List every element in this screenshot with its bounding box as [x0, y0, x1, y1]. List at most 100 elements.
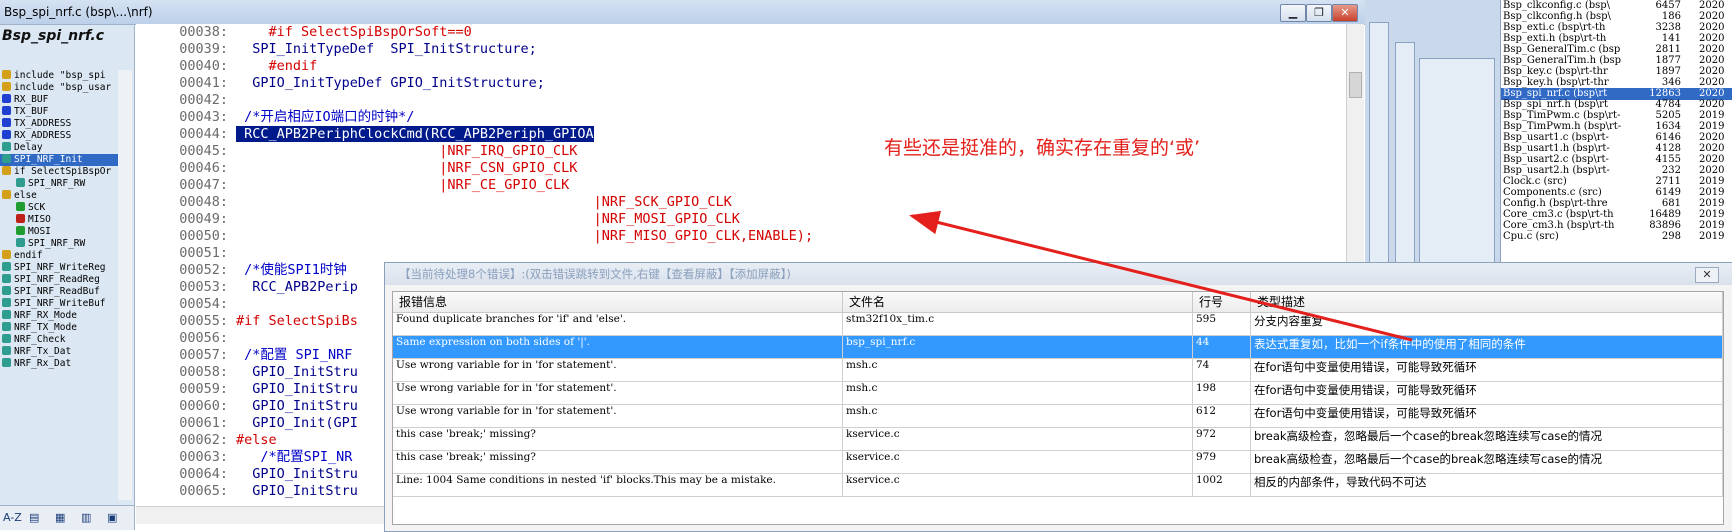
- code-line[interactable]: 00049: |NRF_MOSI_GPIO_CLK: [136, 211, 1346, 228]
- symbol-item[interactable]: SPI_NRF_RW: [0, 238, 118, 250]
- symbol-item[interactable]: else: [0, 190, 118, 202]
- symbol-item[interactable]: if SelectSpiBspOr: [0, 166, 118, 178]
- symbol-item[interactable]: RX_BUF: [0, 94, 118, 106]
- code-text: |NRF_CSN_GPIO_CLK: [236, 160, 578, 176]
- symbol-item[interactable]: SPI_NRF_ReadBuf: [0, 286, 118, 298]
- code-line[interactable]: 00042:: [136, 92, 1346, 109]
- symbol-item[interactable]: endif: [0, 250, 118, 262]
- code-text: #endif: [236, 58, 318, 74]
- symbol-panel-toolbar: A-Z ▤ ▦ ▥ ▣: [0, 505, 134, 530]
- symbol-item[interactable]: MOSI: [0, 226, 118, 238]
- symbol-label: SPI_NRF_WriteBuf: [14, 298, 106, 309]
- code-text: SPI_InitTypeDef SPI_InitStructure;: [236, 41, 537, 57]
- file-list-item[interactable]: Cpu.c (src) 298 2019: [1501, 231, 1732, 243]
- panel-tool-button[interactable]: ▤: [29, 511, 39, 524]
- error-row[interactable]: this case 'break;' missing? kservice.c 979…: [393, 451, 1723, 474]
- symbol-item[interactable]: SPI_NRF_WriteReg: [0, 262, 118, 274]
- symbol-item[interactable]: SCK: [0, 202, 118, 214]
- symbol-label: else: [14, 190, 37, 201]
- symbol-item[interactable]: NRF_Tx_Dat: [0, 346, 118, 358]
- code-line[interactable]: 00038: #if SelectSpiBspOrSoft==0: [136, 24, 1346, 41]
- minimize-button[interactable]: ▁: [1280, 4, 1306, 22]
- error-row[interactable]: this case 'break;' missing? kservice.c 972…: [393, 428, 1723, 451]
- code-text: GPIO_InitStru: [236, 381, 358, 397]
- column-header[interactable]: 报错信息: [393, 292, 843, 313]
- symbol-label: SPI_NRF_ReadBuf: [14, 286, 100, 297]
- code-line[interactable]: 00043: /*开启相应IO端口的时钟*/: [136, 109, 1346, 126]
- code-text: GPIO_InitTypeDef GPIO_InitStructure;: [236, 75, 545, 91]
- symbol-item[interactable]: Delay: [0, 142, 118, 154]
- code-line[interactable]: 00039: SPI_InitTypeDef SPI_InitStructure…: [136, 41, 1346, 58]
- symbol-item[interactable]: include "bsp_spi: [0, 70, 118, 82]
- dialog-close-button[interactable]: ✕: [1695, 267, 1719, 283]
- line-number: 00039:: [179, 41, 228, 57]
- symbol-item[interactable]: include "bsp_usar: [0, 82, 118, 94]
- column-header[interactable]: 行号: [1193, 292, 1251, 313]
- line-number: 00053:: [179, 279, 228, 295]
- panel-tool-button[interactable]: ▣: [107, 511, 117, 524]
- macro-icon: [16, 202, 25, 211]
- symbol-item[interactable]: SPI_NRF_Init: [0, 154, 118, 166]
- panel-tool-button[interactable]: ▥: [81, 511, 91, 524]
- annotation-text: 有些还是挺准的，确实存在重复的‘或’: [884, 137, 1201, 159]
- symbol-label: endif: [14, 250, 43, 261]
- function-icon: [2, 274, 11, 283]
- code-line[interactable]: 00040: #endif: [136, 58, 1346, 75]
- code-text: |NRF_CE_GPIO_CLK: [236, 177, 570, 193]
- window-title: Bsp_spi_nrf.c (bsp\...\nrf): [4, 5, 153, 19]
- code-line[interactable]: 00050: |NRF_MISO_GPIO_CLK,ENABLE);: [136, 228, 1346, 245]
- symbol-item[interactable]: SPI_NRF_RW: [0, 178, 118, 190]
- symbol-item[interactable]: SPI_NRF_WriteBuf: [0, 298, 118, 310]
- symbol-item[interactable]: MISO: [0, 214, 118, 226]
- code-line[interactable]: 00051:: [136, 245, 1346, 262]
- symbol-item[interactable]: TX_BUF: [0, 106, 118, 118]
- symbol-label: NRF_Check: [14, 334, 66, 345]
- error-row[interactable]: Line: 1004 Same conditions in nested 'if…: [393, 474, 1723, 497]
- maximize-button[interactable]: ❐: [1306, 4, 1332, 22]
- line-number: 00040:: [179, 58, 228, 74]
- symbol-list-scrollbar[interactable]: [118, 70, 132, 500]
- error-row[interactable]: Use wrong variable for in 'for statement…: [393, 382, 1723, 405]
- symbol-label: TX_BUF: [14, 106, 49, 117]
- editor-title-bar: [0, 0, 1365, 25]
- code-line[interactable]: 00048: |NRF_SCK_GPIO_CLK: [136, 194, 1346, 211]
- code-line[interactable]: 00046: |NRF_CSN_GPIO_CLK: [136, 160, 1346, 177]
- symbol-label: MOSI: [28, 226, 51, 237]
- function-icon: [2, 310, 11, 319]
- error-message-cell: this case 'break;' missing?: [393, 451, 843, 473]
- error-description-cell: 在for语句中变量使用错误，可能导致死循环: [1251, 359, 1723, 381]
- symbol-item[interactable]: NRF_Check: [0, 334, 118, 346]
- error-line-cell: 44: [1193, 336, 1251, 358]
- editor-scroll-thumb[interactable]: [1349, 72, 1362, 98]
- error-row[interactable]: Same expression on both sides of '|'. bsp…: [393, 336, 1723, 359]
- error-line-cell: 612: [1193, 405, 1251, 427]
- symbol-item[interactable]: RX_ADDRESS: [0, 130, 118, 142]
- error-file-cell: msh.c: [843, 405, 1193, 427]
- code-text: GPIO_Init(GPI: [236, 415, 358, 431]
- code-line[interactable]: 00041: GPIO_InitTypeDef GPIO_InitStructu…: [136, 75, 1346, 92]
- line-number: 00057:: [179, 347, 228, 363]
- column-header[interactable]: 类型描述: [1251, 292, 1723, 313]
- symbol-item[interactable]: TX_ADDRESS: [0, 118, 118, 130]
- error-line-cell: 595: [1193, 313, 1251, 335]
- column-header[interactable]: 文件名: [843, 292, 1193, 313]
- panel-tool-button[interactable]: A-Z: [3, 511, 22, 524]
- symbol-item[interactable]: NRF_Rx_Dat: [0, 358, 118, 370]
- line-number: 00052:: [179, 262, 228, 278]
- symbol-item[interactable]: NRF_RX_Mode: [0, 310, 118, 322]
- code-text: |NRF_SCK_GPIO_CLK: [236, 194, 732, 210]
- code-line[interactable]: 00047: |NRF_CE_GPIO_CLK: [136, 177, 1346, 194]
- code-text: GPIO_InitStru: [236, 466, 358, 482]
- panel-tool-button[interactable]: ▦: [55, 511, 65, 524]
- error-message-cell: Found duplicate branches for 'if' and 'e…: [393, 313, 843, 335]
- code-text: #else: [236, 432, 277, 448]
- error-description-cell: 分支内容重复: [1251, 313, 1723, 335]
- error-row[interactable]: Use wrong variable for in 'for statement…: [393, 359, 1723, 382]
- function-icon: [2, 262, 11, 271]
- close-button[interactable]: ✕: [1332, 4, 1358, 22]
- line-number: 00059:: [179, 381, 228, 397]
- error-row[interactable]: Use wrong variable for in 'for statement…: [393, 405, 1723, 428]
- error-row[interactable]: Found duplicate branches for 'if' and 'e…: [393, 313, 1723, 336]
- symbol-item[interactable]: SPI_NRF_ReadReg: [0, 274, 118, 286]
- symbol-item[interactable]: NRF_TX_Mode: [0, 322, 118, 334]
